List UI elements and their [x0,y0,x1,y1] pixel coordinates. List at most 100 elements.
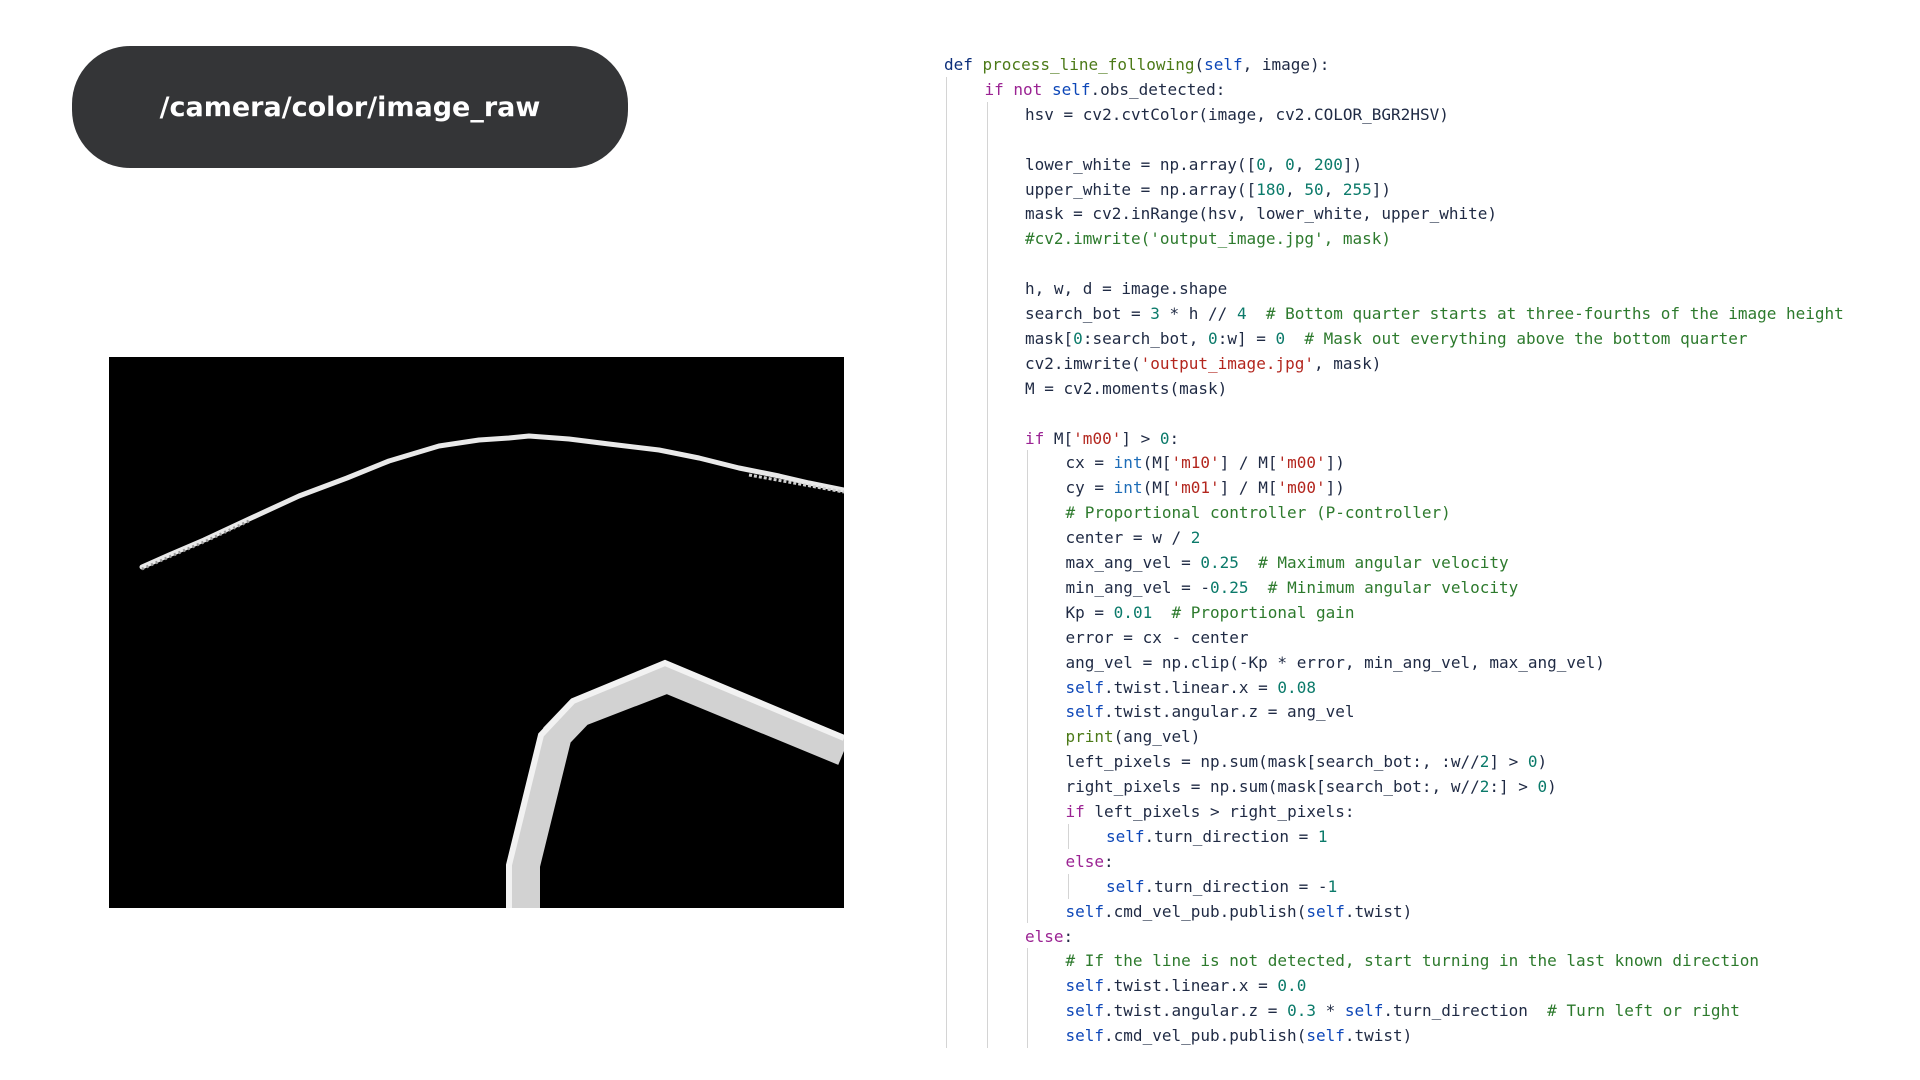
code-line: cy = int(M['m01'] / M['m00']) [1066,475,1345,500]
code-token: self [1344,1001,1384,1021]
code-line: left_pixels = np.sum(mask[search_bot:, :… [1066,749,1548,774]
code-line: if not self.obs_detected: [985,77,1226,102]
code-token: ] / M[ [1219,478,1278,498]
code-token: .cmd_vel_pub.publish( [1104,1026,1307,1046]
code-line: if left_pixels > right_pixels: [1066,799,1355,824]
mask-image-canvas [109,357,844,908]
code-token: else [1025,926,1064,946]
code-line: self.twist.linear.x = 0.08 [1066,675,1316,700]
code-token: 0 [1073,328,1083,348]
code-token: self [1306,901,1345,921]
code-token: ] / M[ [1219,453,1278,473]
code-token: , [1294,154,1314,174]
code-token: 4 [1236,304,1247,323]
code-token: 0.3 [1287,1001,1316,1021]
code-token: self [1065,901,1105,921]
code-token: : [1063,926,1074,946]
code-line: upper_white = np.array([180, 50, 255]) [1025,177,1391,202]
code-token: 0.25 [1200,553,1239,572]
code-token: 2 [1190,528,1201,548]
code-token: 1 [1317,826,1328,846]
indent-guide [1027,450,1028,924]
code-token: self [1106,876,1145,896]
code-token: h, w, d = image.shape [1025,279,1228,299]
indent-guide [946,76,947,1048]
code-token: , image): [1242,55,1330,74]
code-token: 0.08 [1277,677,1316,697]
code-token: self [1306,1026,1345,1046]
code-line: h, w, d = image.shape [1025,276,1227,301]
code-token: print [1065,727,1114,747]
code-token: ] > [1489,752,1528,772]
code-token: # Proportional gain [1171,602,1355,622]
code-token: :w] = [1217,328,1276,348]
indent-guide [1027,948,1028,1048]
code-token: .twist) [1344,901,1413,921]
code-token: .twist.linear.x = [1104,677,1278,697]
code-line: M = cv2.moments(mask) [1025,376,1227,401]
code-token: 0 [1285,154,1295,174]
code-token: cv2.imwrite( [1025,353,1141,373]
code-token: , [1285,179,1305,199]
code-line: self.turn_direction = -1 [1106,874,1337,899]
code-line: if M['m00'] > 0: [1025,426,1179,451]
code-token: :] > [1489,777,1538,797]
code-token: if [984,79,1014,99]
code-line: self.twist.angular.z = ang_vel [1066,699,1355,724]
code-token: process_line_following [982,55,1195,74]
code-line: def process_line_following(self, image): [944,52,1329,77]
code-token: if [1065,802,1095,821]
code-line: search_bot = 3 * h // 4 # Bottom quarter… [1025,301,1844,326]
code-token: .twist) [1344,1026,1413,1046]
code-token: 2 [1479,777,1490,797]
code-panel: def process_line_following(self, image):… [944,52,1914,1048]
code-token: 'm10' [1171,453,1220,473]
code-token: self [1051,79,1091,99]
code-token: def [944,55,983,74]
code-line: # If the line is not detected, start tur… [1066,948,1760,973]
code-token: 0.01 [1113,602,1153,622]
code-token: ]) [1371,179,1392,199]
code-token: int [1113,453,1143,473]
code-token: 0 [1527,752,1538,772]
code-token: 'm00' [1277,453,1326,473]
code-token: left_pixels = np.sum(mask[search_bot:, :… [1065,752,1480,772]
code-token: lower_white = np.array([ [1025,154,1257,174]
mask-image [109,357,844,908]
code-token: 0 [1275,328,1286,348]
indent-guide [1067,873,1069,899]
code-token: .turn_direction [1383,1001,1548,1021]
code-token: ]) [1325,478,1345,498]
code-token: mask = cv2.inRange(hsv, lower_white, upp… [1025,204,1498,224]
code-token: 255 [1342,179,1372,199]
code-token: ]) [1325,453,1345,473]
code-token: ) [1537,752,1548,772]
code-line: right_pixels = np.sum(mask[search_bot:, … [1066,774,1557,799]
code-token: # Proportional controller (P-controller) [1065,503,1451,523]
code-token: right_pixels = np.sum(mask[search_bot:, … [1065,777,1480,797]
code-token: 3 [1150,304,1160,323]
code-token: 50 [1304,179,1324,199]
code-token: # Minimum angular velocity [1267,577,1519,597]
topic-label-pill: /camera/color/image_raw [72,46,628,168]
code-token: search_bot = [1025,304,1151,323]
code-token: center = w / [1065,528,1191,548]
code-token: : [1104,851,1114,871]
code-line: cv2.imwrite('output_image.jpg', mask) [1025,351,1381,376]
code-token: if [1025,428,1054,448]
code-token: 0 [1256,154,1266,174]
code-token: 'm01' [1171,478,1220,498]
code-line: lower_white = np.array([0, 0, 200]) [1025,152,1362,177]
code-token: 0 [1159,428,1170,448]
code-token: # Bottom quarter starts at three-fourths… [1265,304,1844,323]
code-token: ) [1547,777,1557,797]
code-token: self [1065,702,1105,722]
code-token: 'm00' [1073,428,1122,448]
code-token: # Mask out everything above the bottom q… [1304,328,1748,348]
code-line: #cv2.imwrite('output_image.jpg', mask) [1025,226,1391,251]
code-token: (M[ [1142,478,1172,498]
code-line: ang_vel = np.clip(-Kp * error, min_ang_v… [1066,650,1605,675]
code-token: upper_white = np.array([ [1025,179,1257,199]
